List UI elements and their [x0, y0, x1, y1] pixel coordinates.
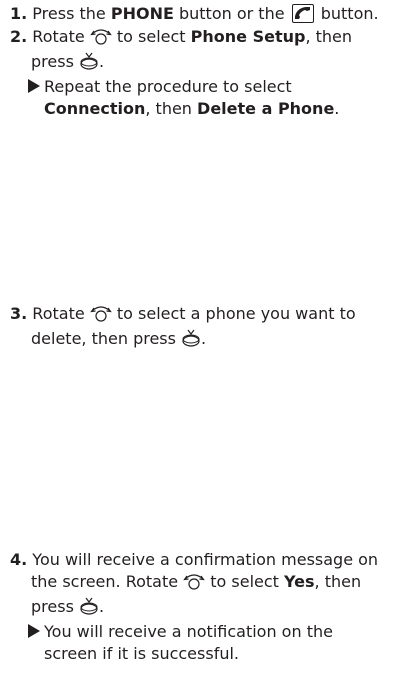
step-3-line-1: 3. Rotate to select a phone you want to — [10, 303, 418, 328]
step-2-note-line-2: Connection, then Delete a Phone. — [44, 99, 340, 118]
note-arrow-icon — [28, 79, 40, 93]
step-4-number: 4. — [10, 550, 28, 569]
note-arrow-icon — [28, 624, 40, 638]
step-2-line-2: press . — [10, 51, 418, 76]
step-4-line-3: press . — [10, 596, 418, 621]
step-4-line-1: 4. You will receive a confirmation messa… — [10, 550, 379, 569]
step-3-number: 3. — [10, 304, 28, 323]
connection-label: Connection — [44, 99, 146, 118]
step-2-note-line-1: Repeat the procedure to select — [10, 76, 418, 98]
press-knob-icon — [79, 597, 99, 621]
step-1: 1. Press the PHONE button or the button. — [10, 3, 418, 25]
rotate-knob-icon — [89, 304, 112, 328]
press-knob-icon — [79, 52, 99, 76]
step-1-line-1: 1. Press the PHONE button or the button. — [10, 4, 379, 23]
step-4-line-2: the screen. Rotate to select Yes, then — [10, 571, 418, 596]
step-4: 4. You will receive a confirmation messa… — [10, 549, 418, 665]
phone-button-label: PHONE — [110, 4, 174, 23]
step-4-note-line-1: You will receive a notification on the — [10, 621, 418, 643]
rotate-knob-icon — [89, 27, 112, 51]
step-3: 3. Rotate to select a phone you want to … — [10, 303, 418, 353]
press-knob-icon — [181, 329, 201, 353]
step-1-number: 1. — [10, 4, 28, 23]
step-4-note-line-2: screen if it is successful. — [44, 644, 239, 663]
step-3-line-2: delete, then press . — [10, 328, 418, 353]
delete-phone-label: Delete a Phone — [197, 99, 335, 118]
step-2-line-1: 2. Rotate to select Phone Setup, then — [10, 26, 418, 51]
yes-label: Yes — [284, 572, 315, 591]
phone-setup-label: Phone Setup — [190, 27, 306, 46]
step-2: 2. Rotate to select Phone Setup, then pr… — [10, 26, 418, 120]
rotate-knob-icon — [183, 572, 205, 596]
step-2-number: 2. — [10, 27, 28, 46]
phone-handset-icon — [291, 4, 314, 23]
